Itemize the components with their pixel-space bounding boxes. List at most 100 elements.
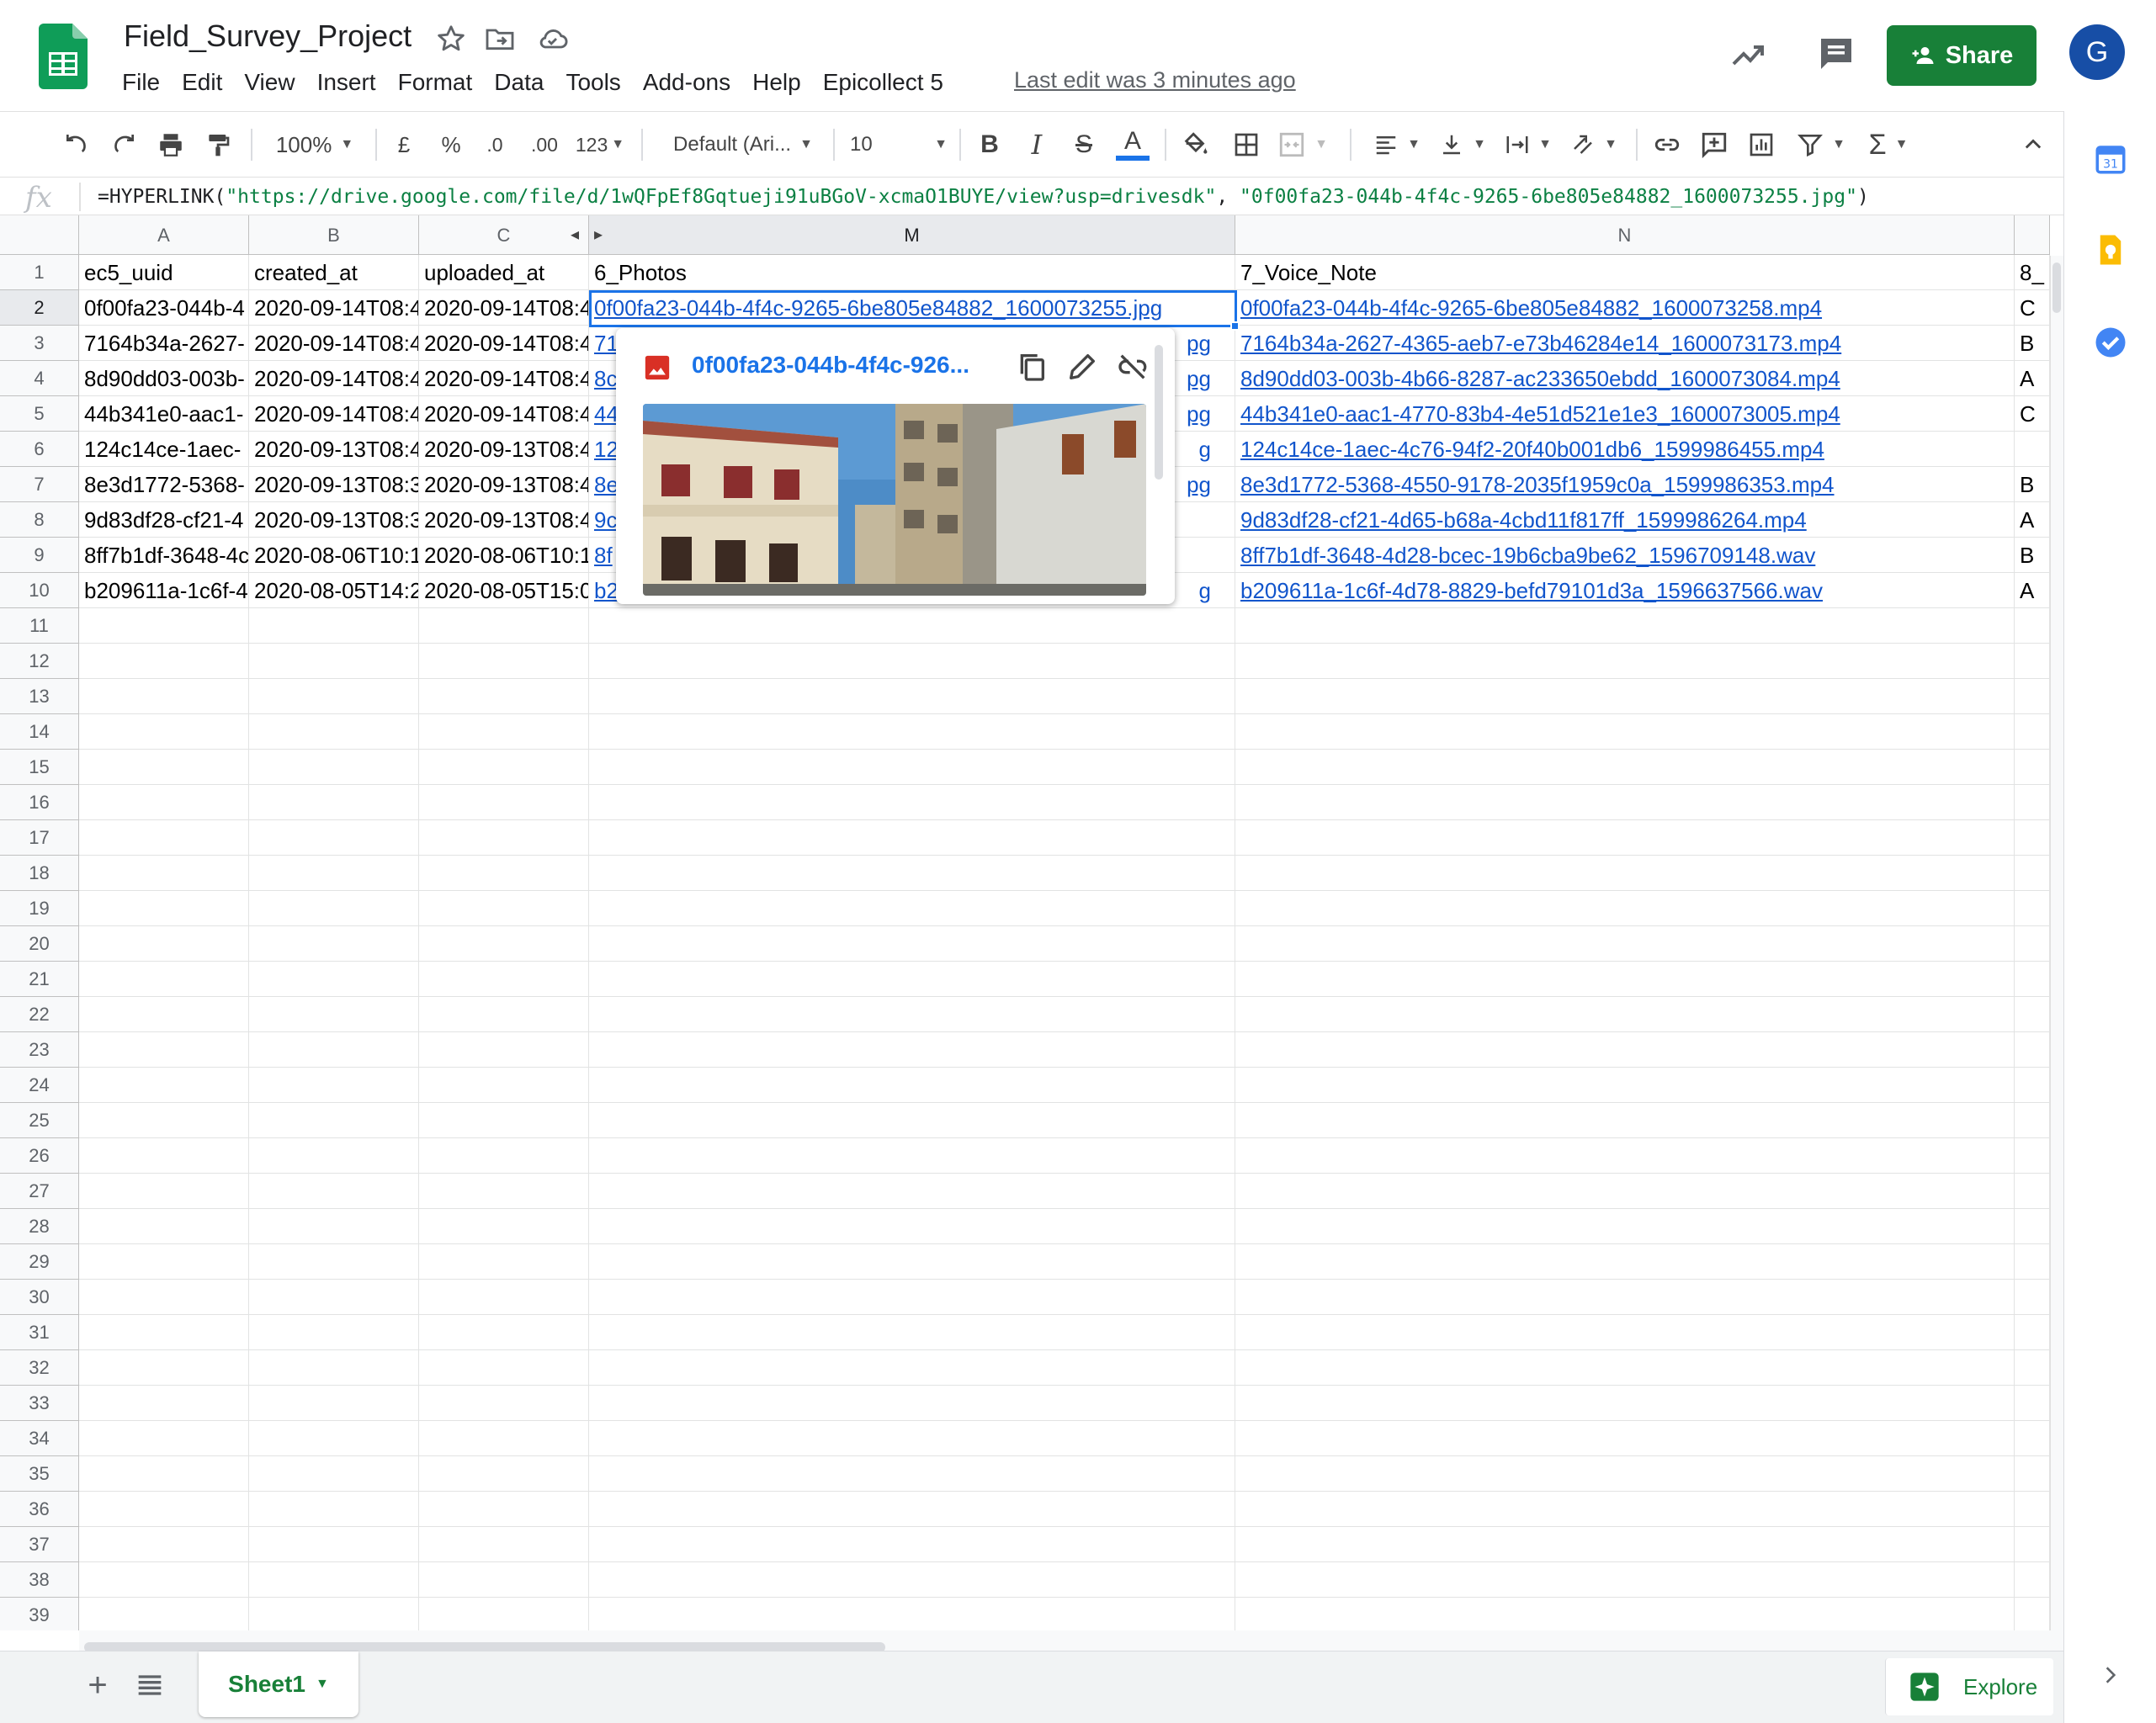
row-header[interactable]: 9 <box>0 538 79 573</box>
chevron-right-icon[interactable] <box>2100 1664 2121 1686</box>
column-header-o[interactable] <box>2015 215 2050 255</box>
row-header[interactable]: 37 <box>0 1527 79 1562</box>
data-cell-o[interactable]: B <box>2015 467 2050 502</box>
cell[interactable] <box>1235 1421 2015 1456</box>
cell[interactable] <box>1235 1174 2015 1209</box>
row-header[interactable]: 4 <box>0 361 79 396</box>
cell[interactable] <box>249 1068 419 1103</box>
data-cell-c[interactable]: 2020-09-14T08:4 <box>419 290 589 326</box>
data-cell-a[interactable]: 44b341e0-aac1- <box>79 396 249 432</box>
paint-format-icon[interactable] <box>199 112 237 178</box>
merge-cells-icon[interactable]: ▼ <box>1276 112 1330 178</box>
row-header[interactable]: 21 <box>0 962 79 997</box>
data-cell-c[interactable]: 2020-09-14T08:4 <box>419 326 589 361</box>
data-cell-c[interactable]: 2020-08-05T15:0 <box>419 573 589 608</box>
text-color-button[interactable]: A <box>1114 112 1151 178</box>
data-cell-a[interactable]: 9d83df28-cf21-4 <box>79 502 249 538</box>
cell[interactable] <box>1235 679 2015 714</box>
cell[interactable] <box>2015 1138 2050 1174</box>
cell[interactable] <box>79 1527 249 1562</box>
popup-scrollbar[interactable] <box>1155 345 1163 480</box>
cell[interactable] <box>589 608 1235 644</box>
cell[interactable] <box>79 926 249 962</box>
data-cell-a[interactable]: 7164b34a-2627- <box>79 326 249 361</box>
vertical-scroll-thumb[interactable] <box>2052 262 2061 313</box>
column-header-c[interactable]: C <box>419 215 589 255</box>
menu-file[interactable]: File <box>122 66 171 103</box>
cell[interactable] <box>589 1138 1235 1174</box>
row-header[interactable]: 10 <box>0 573 79 608</box>
data-cell-b[interactable]: 2020-09-13T08:3 <box>249 502 419 538</box>
row-header[interactable]: 18 <box>0 856 79 891</box>
cell[interactable] <box>249 608 419 644</box>
cell[interactable] <box>1235 997 2015 1032</box>
cell[interactable] <box>419 1174 589 1209</box>
column-header-a[interactable]: A <box>79 215 249 255</box>
cell[interactable] <box>2015 997 2050 1032</box>
cell[interactable] <box>79 1456 249 1492</box>
cell[interactable] <box>79 1103 249 1138</box>
data-cell-n[interactable]: 8ff7b1df-3648-4d28-bcec-19b6cba9be62_159… <box>1235 538 2015 573</box>
cell[interactable] <box>419 1350 589 1386</box>
cell[interactable] <box>419 1598 589 1630</box>
cell[interactable] <box>249 1209 419 1244</box>
formula-input[interactable]: =HYPERLINK("https://drive.google.com/fil… <box>98 186 1869 208</box>
sheet-tab-sheet1[interactable]: Sheet1 ▼ <box>199 1651 358 1717</box>
cell[interactable] <box>249 1244 419 1280</box>
cell[interactable] <box>419 1386 589 1421</box>
share-button[interactable]: Share <box>1887 25 2037 86</box>
data-cell-c[interactable]: 2020-09-13T08:4 <box>419 502 589 538</box>
data-cell-n[interactable]: 124c14ce-1aec-4c76-94f2-20f40b001db6_159… <box>1235 432 2015 467</box>
cell[interactable] <box>589 1562 1235 1598</box>
cell[interactable] <box>419 644 589 679</box>
cell[interactable] <box>249 1315 419 1350</box>
cell[interactable] <box>589 926 1235 962</box>
menu-data[interactable]: Data <box>483 66 555 103</box>
cell[interactable] <box>589 962 1235 997</box>
cell[interactable] <box>589 997 1235 1032</box>
cell[interactable] <box>589 856 1235 891</box>
cell[interactable] <box>589 1350 1235 1386</box>
calendar-icon[interactable]: 31 <box>2093 141 2128 177</box>
cell[interactable] <box>249 1492 419 1527</box>
cell[interactable] <box>249 1174 419 1209</box>
row-header[interactable]: 19 <box>0 891 79 926</box>
bold-button[interactable]: B <box>973 112 1006 178</box>
cell[interactable] <box>79 679 249 714</box>
cell[interactable] <box>589 1068 1235 1103</box>
cell[interactable] <box>79 1174 249 1209</box>
data-cell-n[interactable]: 0f00fa23-044b-4f4c-9265-6be805e84882_160… <box>1235 290 2015 326</box>
data-cell-b[interactable]: 2020-09-13T08:4 <box>249 432 419 467</box>
hidden-columns-right-arrow[interactable]: ▸ <box>594 224 603 245</box>
unlink-icon[interactable] <box>1116 350 1150 384</box>
cell[interactable] <box>79 820 249 856</box>
cell[interactable] <box>589 785 1235 820</box>
data-cell-a[interactable]: 8ff7b1df-3648-4c <box>79 538 249 573</box>
cell[interactable] <box>589 679 1235 714</box>
data-cell-c[interactable]: 2020-09-14T08:4 <box>419 361 589 396</box>
cell[interactable] <box>2015 1456 2050 1492</box>
header-cell-c[interactable]: uploaded_at <box>419 255 589 290</box>
cell[interactable] <box>1235 1068 2015 1103</box>
data-cell-n[interactable]: 44b341e0-aac1-4770-83b4-4e51d521e1e3_160… <box>1235 396 2015 432</box>
print-icon[interactable] <box>151 112 190 178</box>
cell[interactable] <box>589 1032 1235 1068</box>
cell[interactable] <box>1235 608 2015 644</box>
keep-icon[interactable] <box>2093 232 2128 268</box>
cell[interactable] <box>249 1456 419 1492</box>
row-header[interactable]: 20 <box>0 926 79 962</box>
row-header[interactable]: 13 <box>0 679 79 714</box>
cell[interactable] <box>589 820 1235 856</box>
cell[interactable] <box>419 1103 589 1138</box>
cell[interactable] <box>2015 1598 2050 1630</box>
data-cell-o[interactable]: A <box>2015 502 2050 538</box>
cell[interactable] <box>249 644 419 679</box>
cell[interactable] <box>589 1209 1235 1244</box>
cell[interactable] <box>1235 856 2015 891</box>
cell[interactable] <box>79 1315 249 1350</box>
cell-link-tail[interactable]: pg <box>1187 396 1211 431</box>
cell[interactable] <box>2015 856 2050 891</box>
data-cell-b[interactable]: 2020-08-06T10:1 <box>249 538 419 573</box>
cell[interactable] <box>79 1350 249 1386</box>
data-cell-a[interactable]: 0f00fa23-044b-4 <box>79 290 249 326</box>
